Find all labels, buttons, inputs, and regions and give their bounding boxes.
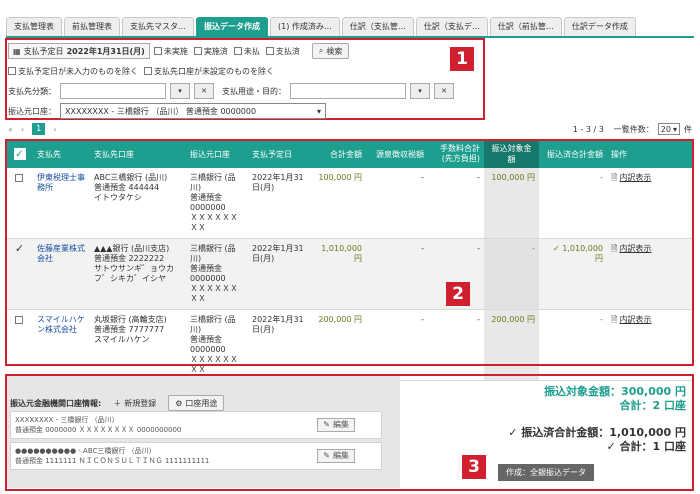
marker-2: 2	[446, 282, 470, 306]
date-label: 支払予定日	[23, 46, 64, 56]
source-account-select[interactable]: XXXXXXXX - 三橋銀行 （品川） 普通預金 0000000 ▾	[60, 103, 326, 119]
page-range: 1 - 3 / 3	[572, 124, 604, 134]
pagination: « ‹ 1 ›	[8, 122, 56, 136]
tab-0[interactable]: 支払管理表	[6, 17, 62, 36]
per-page-unit: 件	[684, 124, 692, 134]
checkbox-exclude-unset-date[interactable]: 支払予定日が未入力のものを除く	[8, 66, 138, 77]
table-highlight-box	[5, 139, 694, 366]
category-input[interactable]	[60, 83, 166, 99]
marker-3: 3	[462, 455, 486, 479]
category-label: 支払先分類：	[8, 86, 56, 96]
checkbox-exclude-unset-account[interactable]: 支払先口座が未設定のものを除く	[144, 66, 274, 77]
chevron-down-icon[interactable]: ▾	[410, 83, 430, 99]
tab-bar: 支払管理表 前払管理表 支払先マスタ… 振込データ作成 (1) 作成済み… 仕訳（支払管……	[6, 17, 694, 36]
first-page-button[interactable]: «	[8, 125, 13, 134]
checkbox-not-done[interactable]: 未実施	[153, 46, 188, 57]
tab-6[interactable]: 仕訳（支払デ…	[415, 17, 488, 36]
tab-2[interactable]: 支払先マスタ…	[122, 17, 194, 36]
tab-5[interactable]: 仕訳（支払管…	[341, 17, 414, 36]
current-page[interactable]: 1	[32, 123, 46, 135]
checkbox-unpaid[interactable]: 未払	[233, 46, 260, 57]
per-page-select[interactable]: 20 ▾	[657, 123, 680, 135]
tab-3[interactable]: 振込データ作成	[196, 17, 268, 36]
tab-7[interactable]: 仕訳（前払管…	[489, 17, 562, 36]
checkbox-paid[interactable]: 支払済	[265, 46, 300, 57]
purpose-label: 支払用途・目的：	[222, 86, 286, 96]
tab-4[interactable]: (1) 作成済み…	[270, 17, 340, 36]
tab-1[interactable]: 前払管理表	[64, 17, 120, 36]
clear-icon[interactable]: ✕	[194, 83, 214, 99]
search-button[interactable]: ⌕ 検索	[311, 43, 350, 59]
bottom-highlight-box	[5, 374, 694, 491]
date-picker[interactable]: ▦ 支払予定日 2022年1月31日(月)	[8, 43, 150, 59]
filter-panel: ▦ 支払予定日 2022年1月31日(月) 未実施 実施済 未払 支払済 ⌕ 検…	[8, 40, 486, 121]
next-page-button[interactable]: ›	[53, 125, 56, 134]
calendar-icon: ▦	[13, 46, 21, 56]
clear-icon[interactable]: ✕	[434, 83, 454, 99]
date-value: 2022年1月31日(月)	[66, 46, 145, 56]
tab-8[interactable]: 仕訳データ作成	[563, 17, 636, 36]
chevron-down-icon: ▾	[316, 106, 321, 116]
chevron-down-icon[interactable]: ▾	[170, 83, 190, 99]
chevron-down-icon: ▾	[672, 124, 677, 134]
page-info: 1 - 3 / 3 一覧件数： 20 ▾ 件	[573, 122, 692, 136]
search-icon: ⌕	[318, 46, 324, 55]
per-page-label: 一覧件数：	[613, 124, 654, 134]
purpose-input[interactable]	[290, 83, 406, 99]
prev-page-button[interactable]: ‹	[21, 125, 24, 134]
checkbox-done[interactable]: 実施済	[193, 46, 228, 57]
source-account-label: 振込元口座：	[8, 106, 56, 116]
